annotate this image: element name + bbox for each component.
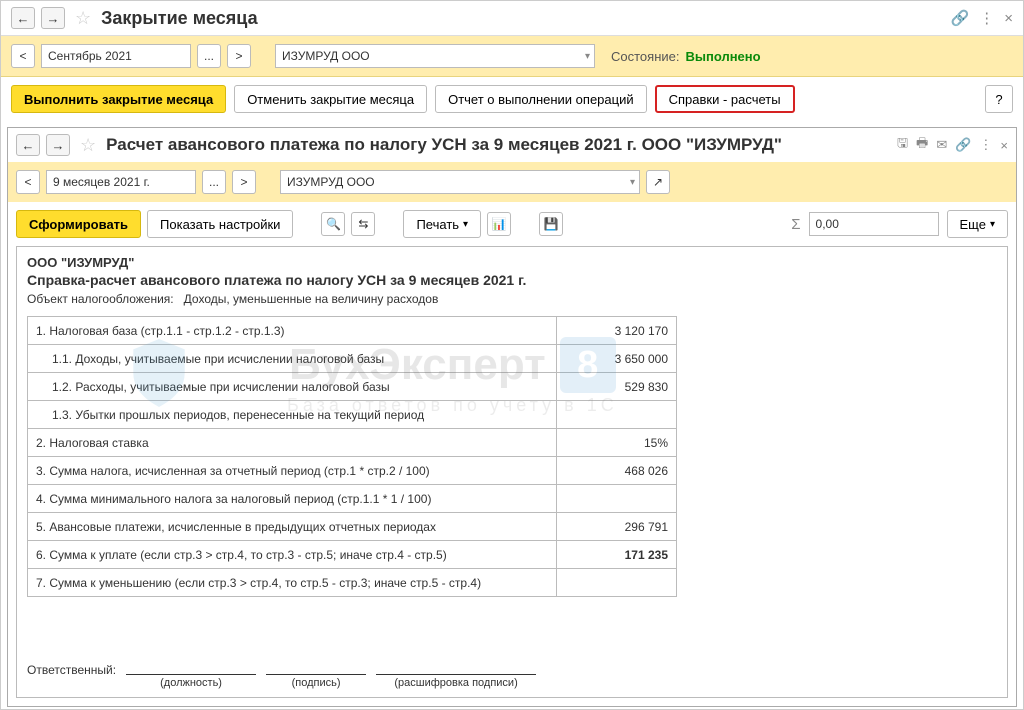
inner-org-input[interactable]: ИЗУМРУД ООО ▾: [280, 170, 640, 194]
table-row: 5. Авансовые платежи, исчисленные в пред…: [28, 513, 677, 541]
state-label: Состояние:: [611, 49, 679, 64]
row-value: 468 026: [557, 457, 677, 485]
toolbar: Выполнить закрытие месяца Отменить закры…: [1, 77, 1023, 121]
inner-period-more[interactable]: ...: [202, 170, 226, 194]
row-value: 296 791: [557, 513, 677, 541]
row-value: [557, 401, 677, 429]
table-row: 7. Сумма к уменьшению (если стр.3 > стр.…: [28, 569, 677, 597]
disk-icon[interactable]: 💾: [539, 212, 563, 236]
inner-period-next[interactable]: >: [232, 170, 256, 194]
row-value: 3 650 000: [557, 345, 677, 373]
table-row: 1.1. Доходы, учитываемые при исчислении …: [28, 345, 677, 373]
table-row: 1. Налоговая база (стр.1.1 - стр.1.2 - с…: [28, 317, 677, 345]
inner-back-button[interactable]: ←: [16, 134, 40, 156]
inner-header: ← → ☆ Расчет авансового платежа по налог…: [8, 128, 1016, 162]
sign-signature-line: [266, 661, 366, 675]
row-value: 3 120 170: [557, 317, 677, 345]
org-input[interactable]: ИЗУМРУД ООО ▾: [275, 44, 595, 68]
inner-star-icon[interactable]: ☆: [80, 135, 96, 156]
report-heading: Справка-расчет авансового платежа по нал…: [27, 272, 997, 288]
mail-icon[interactable]: ✉: [936, 137, 947, 153]
chart-icon[interactable]: 📊: [487, 212, 511, 236]
collapse-icon[interactable]: ⇆: [351, 212, 375, 236]
row-label: 3. Сумма налога, исчисленная за отчетный…: [28, 457, 557, 485]
period-input[interactable]: Сентябрь 2021: [41, 44, 191, 68]
row-label: 4. Сумма минимального налога за налоговы…: [28, 485, 557, 513]
chevron-down-icon: ▾: [630, 177, 635, 188]
form-button[interactable]: Сформировать: [16, 210, 141, 238]
report-button[interactable]: Отчет о выполнении операций: [435, 85, 647, 113]
state-value: Выполнено: [685, 49, 760, 64]
sign-decipher-line: [376, 661, 536, 675]
search-icon[interactable]: 🔍: [321, 212, 345, 236]
sigma-icon: Σ: [791, 216, 800, 233]
report-company: ООО "ИЗУМРУД": [27, 255, 997, 270]
period-more-button[interactable]: ...: [197, 44, 221, 68]
kebab-icon[interactable]: ⋮: [979, 9, 994, 27]
cancel-button[interactable]: Отменить закрытие месяца: [234, 85, 427, 113]
row-label: 1.3. Убытки прошлых периодов, перенесенн…: [28, 401, 557, 429]
row-label: 1.2. Расходы, учитываемые при исчислении…: [28, 373, 557, 401]
print-icon[interactable]: 🖶: [916, 134, 928, 156]
star-icon[interactable]: ☆: [75, 8, 91, 29]
show-settings-button[interactable]: Показать настройки: [147, 210, 293, 238]
row-label: 7. Сумма к уменьшению (если стр.3 > стр.…: [28, 569, 557, 597]
window-header: ← → ☆ Закрытие месяца 🔗 ⋮ ×: [1, 1, 1023, 36]
inner-toolbar: Сформировать Показать настройки 🔍 ⇆ Печа…: [8, 202, 1016, 246]
table-row: 3. Сумма налога, исчисленная за отчетный…: [28, 457, 677, 485]
print-button[interactable]: Печать ▾: [403, 210, 481, 238]
period-bar: < Сентябрь 2021 ... > ИЗУМРУД ООО ▾ Сост…: [1, 36, 1023, 77]
inner-window: ← → ☆ Расчет авансового платежа по налог…: [7, 127, 1017, 707]
forward-button[interactable]: →: [41, 7, 65, 29]
row-label: 1.1. Доходы, учитываемые при исчислении …: [28, 345, 557, 373]
signature-row: Ответственный: (должность) (подпись) (ра…: [27, 661, 536, 689]
row-label: 2. Налоговая ставка: [28, 429, 557, 457]
link-icon[interactable]: 🔗: [951, 9, 970, 27]
table-row: 1.3. Убытки прошлых периодов, перенесенн…: [28, 401, 677, 429]
link-icon[interactable]: 🔗: [955, 137, 971, 153]
table-row: 2. Налоговая ставка15%: [28, 429, 677, 457]
table-row: 1.2. Расходы, учитываемые при исчислении…: [28, 373, 677, 401]
row-value: 171 235: [557, 541, 677, 569]
report-object: Объект налогообложения: Доходы, уменьшен…: [27, 292, 997, 306]
table-row: 6. Сумма к уплате (если стр.3 > стр.4, т…: [28, 541, 677, 569]
row-value: 529 830: [557, 373, 677, 401]
inner-period-bar: < 9 месяцев 2021 г. ... > ИЗУМРУД ООО ▾ …: [8, 162, 1016, 202]
inner-period-prev[interactable]: <: [16, 170, 40, 194]
save-icon[interactable]: 🖫: [897, 134, 908, 156]
report-table: 1. Налоговая база (стр.1.1 - стр.1.2 - с…: [27, 316, 677, 597]
row-label: 6. Сумма к уплате (если стр.3 > стр.4, т…: [28, 541, 557, 569]
report-body: БухЭксперт8 База ответов по учету в 1С О…: [16, 246, 1008, 698]
period-next-button[interactable]: >: [227, 44, 251, 68]
refs-button[interactable]: Справки - расчеты: [655, 85, 795, 113]
kebab-icon[interactable]: ⋮: [979, 137, 992, 153]
sign-position-line: [126, 661, 256, 675]
row-value: [557, 485, 677, 513]
inner-forward-button[interactable]: →: [46, 134, 70, 156]
row-value: 15%: [557, 429, 677, 457]
sign-label: Ответственный:: [27, 661, 116, 677]
row-label: 1. Налоговая база (стр.1.1 - стр.1.2 - с…: [28, 317, 557, 345]
inner-close-icon[interactable]: ×: [1000, 138, 1008, 153]
close-icon[interactable]: ×: [1004, 10, 1013, 27]
inner-period-input[interactable]: 9 месяцев 2021 г.: [46, 170, 196, 194]
table-row: 4. Сумма минимального налога за налоговы…: [28, 485, 677, 513]
row-label: 5. Авансовые платежи, исчисленные в пред…: [28, 513, 557, 541]
period-prev-button[interactable]: <: [11, 44, 35, 68]
back-button[interactable]: ←: [11, 7, 35, 29]
help-button[interactable]: ?: [985, 85, 1013, 113]
inner-org-open[interactable]: ↗: [646, 170, 670, 194]
sum-input[interactable]: 0,00: [809, 212, 939, 236]
window-title: Закрытие месяца: [101, 8, 257, 29]
more-button[interactable]: Еще ▾: [947, 210, 1008, 238]
inner-title: Расчет авансового платежа по налогу УСН …: [106, 135, 782, 155]
row-value: [557, 569, 677, 597]
chevron-down-icon: ▾: [585, 51, 590, 62]
execute-button[interactable]: Выполнить закрытие месяца: [11, 85, 226, 113]
